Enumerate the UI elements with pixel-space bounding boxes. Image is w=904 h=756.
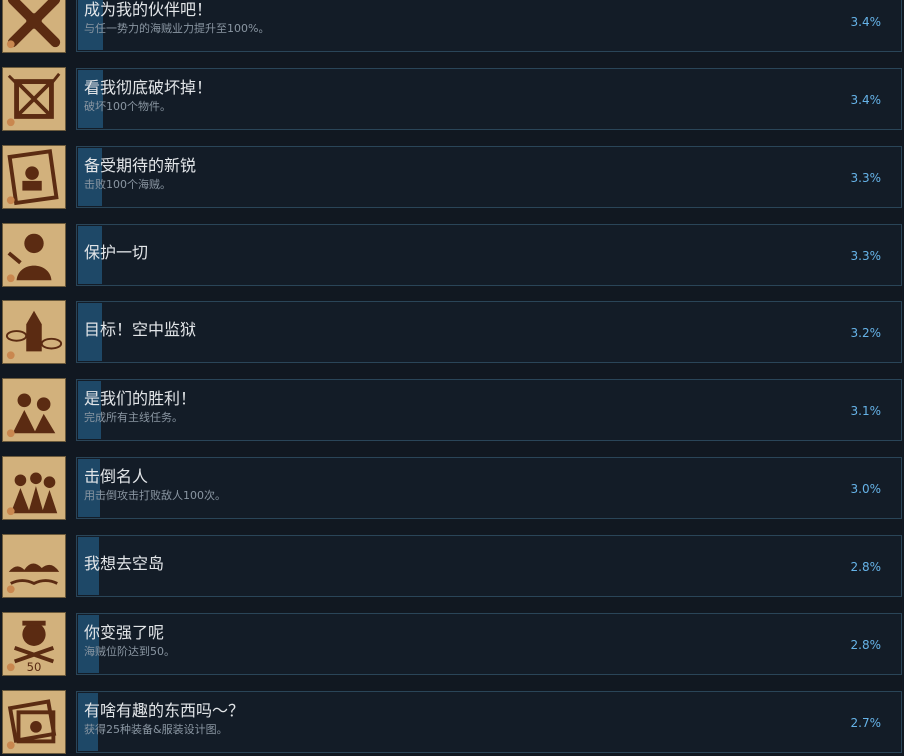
achievement-description: 破坏100个物件。 — [84, 100, 171, 113]
unlock-percentage: 3.4% — [850, 93, 882, 107]
knockdown-crowd-icon — [2, 456, 66, 520]
unlock-percentage: 3.4% — [850, 15, 882, 29]
achievement-title: 击倒名人 — [84, 467, 149, 486]
achievement-card: 是我们的胜利！ 完成所有主线任务。 3.1% — [76, 379, 902, 441]
victory-crew-icon — [2, 378, 66, 442]
unlock-percentage: 3.3% — [850, 171, 882, 185]
unlock-percentage: 2.8% — [850, 638, 882, 652]
achievement-row: 我想去空岛 2.8% — [0, 534, 904, 598]
achievement-list: 成为我的伙伴吧！ 与任一势力的海贼业力提升至100%。 3.4% 看我彻底破坏掉！ 破坏… — [0, 0, 904, 756]
guardian-silhouette-icon — [2, 223, 66, 287]
achievement-row: 目标！空中监狱 3.2% — [0, 300, 904, 364]
achievement-title: 有啥有趣的东西吗～？ — [84, 701, 245, 720]
achievement-card: 击倒名人用击倒攻击打败敌人100次。 3.0% — [76, 457, 902, 519]
achievement-card: 看我彻底破坏掉！ 破坏100个物件。 3.4% — [76, 68, 902, 130]
achievement-card: 我想去空岛 2.8% — [76, 535, 902, 597]
achievement-description: 与任一势力的海贼业力提升至100%。 — [84, 22, 270, 35]
unlock-percentage: 3.0% — [850, 482, 882, 496]
unlock-percentage: 3.3% — [850, 249, 882, 263]
blueprint-scroll-icon — [2, 690, 66, 754]
achievement-row: 备受期待的新锐击败100个海贼。 3.3% — [0, 145, 904, 209]
unlock-percentage: 3.2% — [850, 326, 882, 340]
achievement-description: 用击倒攻击打败敌人100次。 — [84, 489, 226, 502]
achievement-title: 目标！空中监狱 — [84, 320, 197, 339]
skull-fifty-icon: 50 — [2, 612, 66, 676]
crossed-arms-icon — [2, 0, 66, 53]
unlock-percentage: 2.8% — [850, 560, 882, 574]
achievement-card: 保护一切 3.3% — [76, 224, 902, 286]
unlock-percentage: 2.7% — [850, 716, 882, 730]
smashed-crate-icon — [2, 67, 66, 131]
achievement-row: 50 你变强了呢海贼位阶达到50。 2.8% — [0, 612, 904, 676]
sky-prison-icon — [2, 300, 66, 364]
achievement-title: 备受期待的新锐 — [84, 156, 197, 175]
achievement-description: 获得25种装备&服装设计图。 — [84, 723, 228, 736]
achievement-card: 你变强了呢海贼位阶达到50。 2.8% — [76, 613, 902, 675]
achievement-row: 是我们的胜利！ 完成所有主线任务。 3.1% — [0, 378, 904, 442]
achievement-title: 你变强了呢 — [84, 623, 165, 642]
achievement-card: 备受期待的新锐击败100个海贼。 3.3% — [76, 146, 902, 208]
achievement-description: 完成所有主线任务。 — [84, 411, 183, 424]
svg-text:50: 50 — [27, 660, 42, 674]
achievement-row: 击倒名人用击倒攻击打败敌人100次。 3.0% — [0, 456, 904, 520]
achievement-title: 看我彻底破坏掉！ — [84, 78, 213, 97]
achievement-card: 成为我的伙伴吧！ 与任一势力的海贼业力提升至100%。 3.4% — [76, 0, 902, 52]
achievement-description: 击败100个海贼。 — [84, 178, 171, 191]
achievement-row: 看我彻底破坏掉！ 破坏100个物件。 3.4% — [0, 67, 904, 131]
achievement-description: 海贼位阶达到50。 — [84, 645, 175, 658]
achievement-card: 目标！空中监狱 3.2% — [76, 301, 902, 363]
achievement-title: 我想去空岛 — [84, 554, 165, 573]
achievement-title: 是我们的胜利！ — [84, 389, 197, 408]
unlock-percentage: 3.1% — [850, 404, 882, 418]
achievement-row: 成为我的伙伴吧！ 与任一势力的海贼业力提升至100%。 3.4% — [0, 0, 904, 53]
achievement-card: 有啥有趣的东西吗～？ 获得25种装备&服装设计图。 2.7% — [76, 691, 902, 753]
achievement-row: 有啥有趣的东西吗～？ 获得25种装备&服装设计图。 2.7% — [0, 690, 904, 754]
wanted-poster-icon — [2, 145, 66, 209]
achievement-title: 保护一切 — [84, 243, 149, 262]
achievement-title: 成为我的伙伴吧！ — [84, 0, 213, 19]
cloud-island-icon — [2, 534, 66, 598]
achievement-row: 保护一切 3.3% — [0, 223, 904, 287]
